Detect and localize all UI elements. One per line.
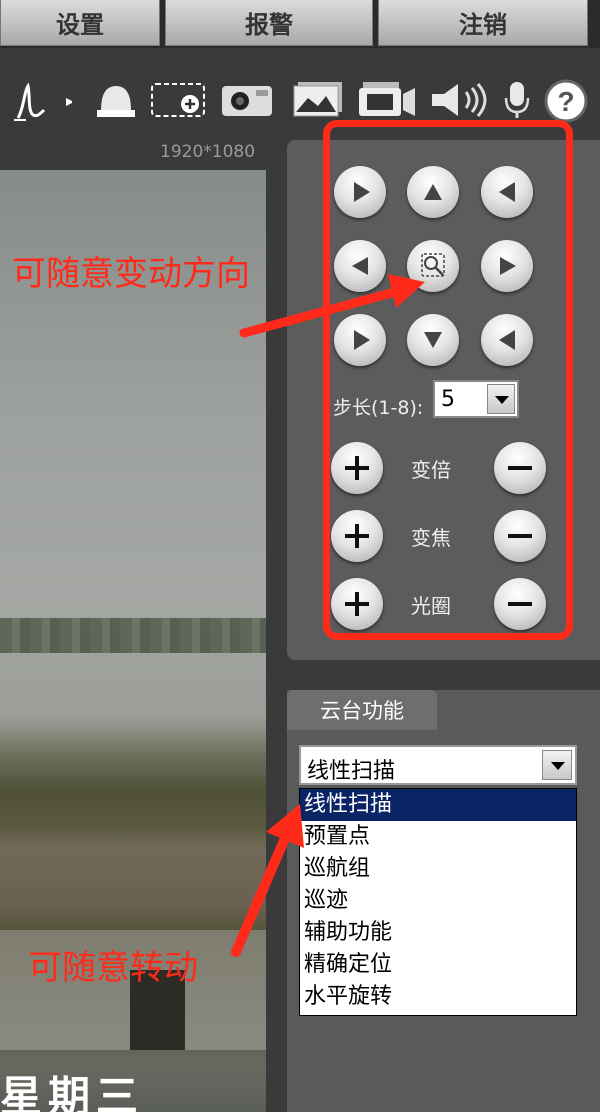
annotation-arrow-direction [239, 287, 400, 338]
annotation-arrow-rotate [231, 831, 291, 957]
annotation-arrows [231, 274, 425, 957]
annotation-arrowhead-direction [388, 274, 425, 308]
